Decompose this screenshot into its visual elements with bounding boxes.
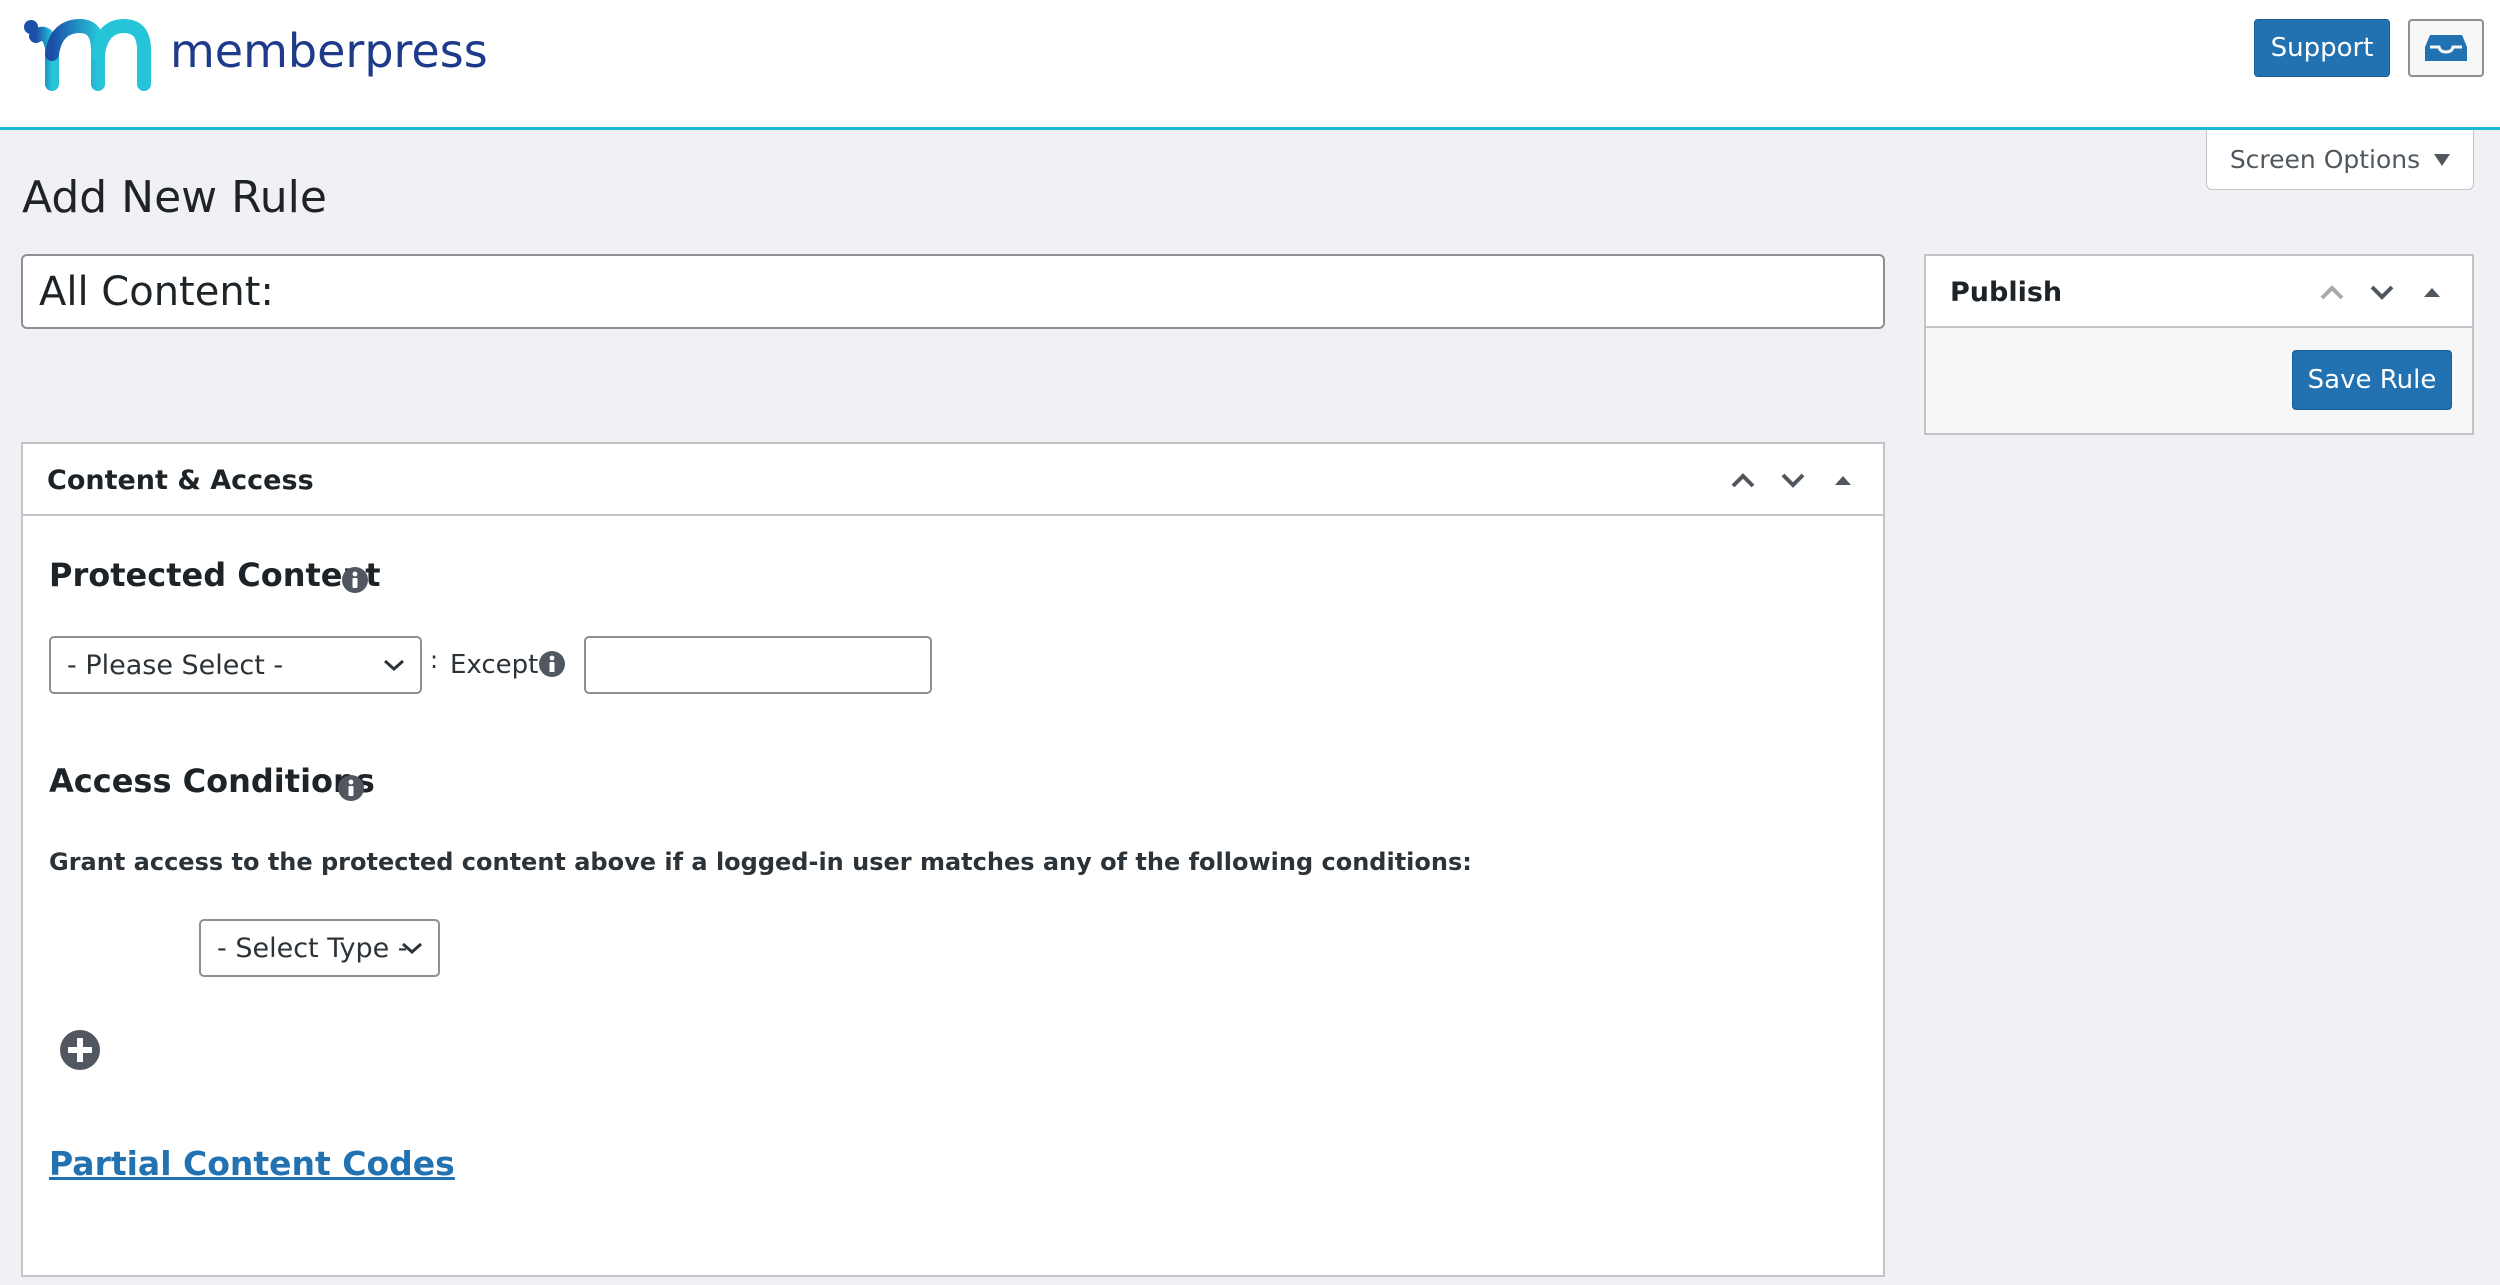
content-access-header: Content & Access: [23, 444, 1883, 516]
select-chevron-icon: [402, 942, 422, 955]
info-icon[interactable]: [337, 774, 365, 802]
publish-header: Publish: [1926, 256, 2472, 328]
info-icon[interactable]: [341, 566, 369, 594]
chevron-down-icon[interactable]: [1775, 464, 1811, 496]
except-colon: :: [430, 646, 439, 674]
brand-name: memberpress: [170, 24, 488, 78]
inbox-button[interactable]: [2408, 19, 2484, 77]
protected-content-heading: Protected Content: [49, 556, 381, 594]
page-title: Add New Rule: [22, 172, 327, 223]
save-rule-button[interactable]: Save Rule: [2292, 350, 2452, 410]
chevron-up-icon[interactable]: [2314, 276, 2350, 308]
info-icon[interactable]: [538, 650, 566, 678]
publish-box: Publish Save Rule: [1924, 254, 2474, 435]
protected-content-select[interactable]: - Please Select -: [49, 636, 422, 694]
publish-handles: [2314, 276, 2450, 308]
content-access-title: Content & Access: [47, 464, 314, 496]
publish-body: Save Rule: [1926, 328, 2472, 433]
access-conditions-heading: Access Conditions: [49, 762, 375, 800]
select-type-dropdown[interactable]: - Select Type -: [199, 919, 440, 977]
chevron-down-icon[interactable]: [2364, 276, 2400, 308]
select-chevron-icon: [384, 659, 404, 672]
except-input[interactable]: [584, 636, 932, 694]
content-access-handles: [1725, 464, 1861, 496]
triangle-up-icon[interactable]: [1825, 464, 1861, 496]
memberpress-logo-icon[interactable]: [22, 18, 156, 92]
rule-title-input[interactable]: All Content:: [21, 254, 1885, 329]
triangle-up-icon[interactable]: [2414, 276, 2450, 308]
chevron-up-icon[interactable]: [1725, 464, 1761, 496]
support-button[interactable]: Support: [2254, 19, 2390, 77]
protected-content-select-value: - Please Select -: [67, 649, 284, 681]
content-access-box: Content & Access Protected Content - Ple…: [21, 442, 1885, 1277]
inbox-icon: [2425, 35, 2467, 61]
partial-content-codes-link[interactable]: Partial Content Codes: [49, 1144, 455, 1183]
triangle-down-icon: [2434, 153, 2451, 166]
top-header: memberpress Support: [0, 0, 2500, 130]
grant-access-description: Grant access to the protected content ab…: [49, 848, 1472, 876]
screen-options-toggle[interactable]: Screen Options: [2206, 130, 2474, 190]
select-type-value: - Select Type -: [217, 932, 408, 964]
screen-options-label: Screen Options: [2229, 145, 2421, 174]
except-label: Except: [450, 650, 539, 680]
plus-circle-icon[interactable]: [59, 1029, 101, 1071]
publish-title: Publish: [1950, 276, 2063, 308]
